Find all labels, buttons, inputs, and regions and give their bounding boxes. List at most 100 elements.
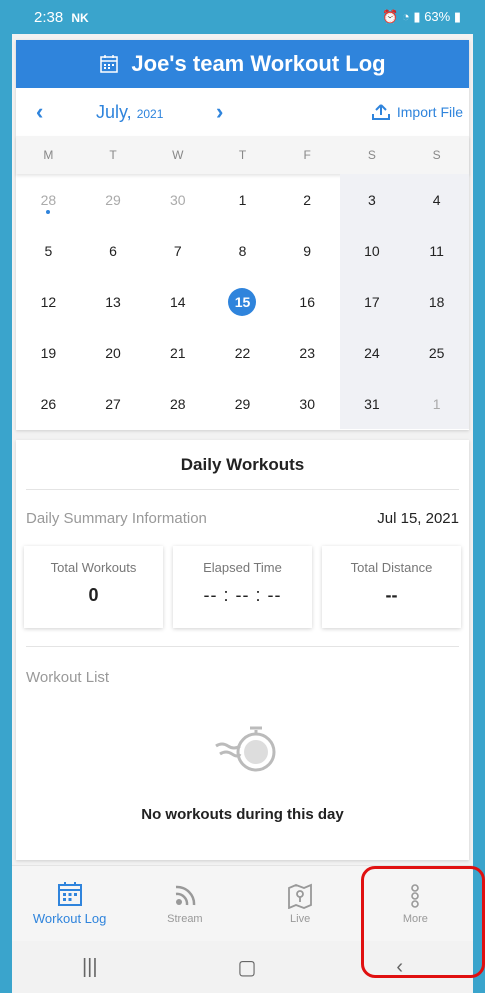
day-number: 19: [40, 344, 57, 361]
calendar-day[interactable]: 30: [275, 378, 340, 429]
stat-label: Total Workouts: [50, 560, 137, 575]
day-number: 21: [169, 344, 186, 361]
calendar-grid: 28 29 30 1 2 3 4 5 6 7 8 9 10 11 12 13 14 15 16 17 18 19 20 21 2…: [16, 174, 469, 429]
calendar-day[interactable]: 21: [145, 327, 210, 378]
status-time: 2:38: [34, 8, 64, 26]
daily-workouts-card: Daily Workouts Daily Summary Information…: [16, 440, 469, 860]
weekday-label: S: [432, 148, 441, 162]
nav-live[interactable]: Live: [243, 866, 358, 941]
calendar-day[interactable]: 31: [340, 378, 405, 429]
calendar-day[interactable]: 14: [145, 276, 210, 327]
weekday-label: T: [109, 148, 117, 162]
workout-list-label: Workout List: [26, 669, 110, 686]
calendar-day[interactable]: 26: [16, 378, 81, 429]
calendar-day[interactable]: 6: [81, 225, 146, 276]
calendar-day[interactable]: 2: [275, 174, 340, 225]
calendar-day[interactable]: 23: [275, 327, 340, 378]
nav-workout-log[interactable]: Workout Log: [12, 866, 127, 941]
day-number: 31: [364, 395, 380, 412]
calendar-day[interactable]: 27: [81, 378, 146, 429]
day-number: 10: [364, 242, 380, 259]
day-number: 28: [40, 191, 57, 208]
day-number: 26: [40, 395, 57, 412]
daily-summary-row: Daily Summary Information Jul 15, 2021: [16, 490, 469, 546]
calendar-day[interactable]: 30: [145, 174, 210, 225]
day-number: 24: [364, 344, 380, 361]
summary-date: Jul 15, 2021: [377, 509, 459, 527]
nav-label: Stream: [167, 912, 203, 925]
recent-apps-icon[interactable]: |||: [82, 956, 98, 979]
month-label[interactable]: July, 2021: [96, 102, 163, 123]
calendar-day[interactable]: 28: [145, 378, 210, 429]
day-number: 11: [429, 242, 444, 259]
nav-label: Live: [290, 912, 311, 925]
weekday-label: M: [43, 148, 54, 162]
stats-row: Total Workouts 0 Elapsed Time -- : -- : …: [16, 546, 469, 628]
calendar-day[interactable]: 29: [210, 378, 275, 429]
page-title: Joe's team Workout Log: [131, 51, 386, 76]
calendar-day[interactable]: 29: [81, 174, 146, 225]
day-number: 7: [173, 242, 182, 259]
calendar-day[interactable]: 13: [81, 276, 146, 327]
day-number: 16: [299, 293, 315, 310]
day-number: 13: [105, 293, 121, 310]
calendar-day[interactable]: 22: [210, 327, 275, 378]
empty-state-message: No workouts during this day: [141, 806, 344, 823]
home-icon[interactable]: ▢: [238, 955, 257, 980]
calendar-day[interactable]: 5: [16, 225, 81, 276]
calendar-day[interactable]: 8: [210, 225, 275, 276]
title-bar: Joe's team Workout Log: [16, 40, 469, 88]
day-number: 9: [303, 242, 312, 259]
day-number: 27: [105, 395, 121, 412]
stream-icon: [175, 885, 196, 905]
day-number: 4: [432, 191, 441, 208]
calendar-day[interactable]: 1: [404, 378, 469, 429]
calendar-day[interactable]: 17: [340, 276, 405, 327]
calendar-day[interactable]: 18: [404, 276, 469, 327]
month-navigation: ‹ July, 2021 › Import File: [16, 88, 469, 136]
calendar-day[interactable]: 28: [16, 174, 81, 225]
status-indicators: ⏰ ◔ ▮ 63% ▮: [382, 9, 461, 25]
day-number: 30: [169, 191, 186, 208]
stat-value: -- : -- : --: [203, 585, 282, 605]
elapsed-time-stat: Elapsed Time -- : -- : --: [173, 546, 312, 628]
prev-month-button[interactable]: ‹: [36, 99, 43, 125]
calendar-day[interactable]: 24: [340, 327, 405, 378]
calendar-day[interactable]: 9: [275, 225, 340, 276]
calendar-day[interactable]: 3: [340, 174, 405, 225]
day-number: 1: [238, 191, 247, 208]
weekday-label: F: [303, 148, 311, 162]
calendar-icon: [57, 882, 82, 906]
calendar-day[interactable]: 12: [16, 276, 81, 327]
battery-icon: ▮: [453, 9, 461, 24]
map-icon: [288, 883, 313, 909]
status-bar: 2:38 NK ⏰ ◔ ▮ 63% ▮: [12, 0, 473, 34]
calendar-day[interactable]: 25: [404, 327, 469, 378]
daily-workouts-title: Daily Workouts: [26, 440, 459, 490]
day-number: 30: [299, 395, 315, 412]
day-number: 20: [105, 344, 121, 361]
calendar-day[interactable]: 11: [404, 225, 469, 276]
stat-label: Elapsed Time: [203, 560, 282, 575]
calendar-day[interactable]: 10: [340, 225, 405, 276]
day-number: 3: [368, 191, 376, 208]
day-number: 23: [299, 344, 315, 361]
day-number: 5: [44, 242, 53, 259]
nav-stream[interactable]: Stream: [127, 866, 242, 941]
calendar-day[interactable]: 19: [16, 327, 81, 378]
next-month-button[interactable]: ›: [216, 99, 223, 125]
weekday-header: M T W T F S S: [16, 136, 469, 174]
calendar-card: Joe's team Workout Log ‹ July, 2021 › Im…: [16, 40, 469, 430]
summary-label: Daily Summary Information: [26, 509, 207, 527]
calendar-day[interactable]: 20: [81, 327, 146, 378]
calendar-day[interactable]: 15: [210, 276, 275, 327]
import-file-button[interactable]: Import File: [371, 103, 463, 121]
weekday-label: T: [238, 148, 247, 162]
calendar-day[interactable]: 1: [210, 174, 275, 225]
calendar-day[interactable]: 16: [275, 276, 340, 327]
day-number: 8: [238, 242, 247, 259]
weekday-label: S: [367, 148, 376, 162]
calendar-day[interactable]: 7: [145, 225, 210, 276]
calendar-day[interactable]: 4: [404, 174, 469, 225]
app-content: Joe's team Workout Log ‹ July, 2021 › Im…: [12, 34, 473, 865]
